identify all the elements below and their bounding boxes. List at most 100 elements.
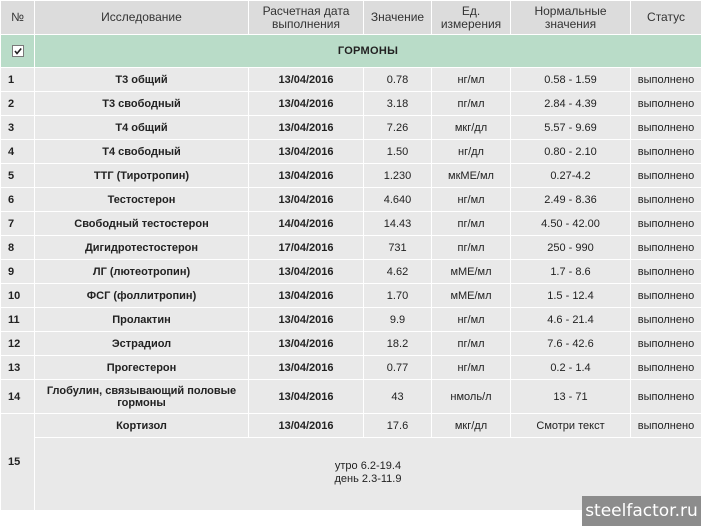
test-name: Т3 свободный (34, 91, 249, 116)
table-row: 13 Прогестерон 13/04/2016 0.77 нг/мл 0.2 - 1.… (0, 355, 701, 380)
table-row: 11 Пролактин 13/04/2016 9.9 нг/мл 4.6 - 21.4 в… (0, 307, 701, 332)
col-date-header: Расчетная дата выполнения (248, 0, 364, 35)
row-value: 4.640 (363, 187, 432, 212)
row-value: 0.78 (363, 67, 432, 92)
row-number: 9 (0, 259, 35, 284)
row-norm: 4.6 - 21.4 (510, 307, 631, 332)
row-norm: 5.57 - 9.69 (510, 115, 631, 140)
row-value: 3.18 (363, 91, 432, 116)
row-status: выполнено (630, 355, 701, 380)
test-name: Кортизол (34, 413, 249, 438)
row-number: 6 (0, 187, 35, 212)
table-row: 4 Т4 свободный 13/04/2016 1.50 нг/дл 0.80 - 2… (0, 139, 701, 164)
row-unit: мкМЕ/мл (431, 163, 511, 188)
test-name-line1: Глобулин, связывающий половые (46, 384, 237, 397)
row-unit: нг/мл (431, 307, 511, 332)
row-status: выполнено (630, 283, 701, 308)
test-name: Эстрадиол (34, 331, 249, 356)
row-norm: 0.27-4.2 (510, 163, 631, 188)
row-date: 13/04/2016 (248, 283, 364, 308)
row-number: 13 (0, 355, 35, 380)
col-date-header-line1: Расчетная дата (262, 3, 350, 18)
col-num-header: № (0, 0, 35, 35)
row-date: 13/04/2016 (248, 187, 364, 212)
section-row-hormones: ГОРМОНЫ (0, 34, 701, 68)
row-date: 13/04/2016 (248, 163, 364, 188)
col-value-header: Значение (363, 0, 432, 35)
test-name: Пролактин (34, 307, 249, 332)
section-title: ГОРМОНЫ (34, 34, 701, 68)
row-number: 1 (0, 67, 35, 92)
table-row: 8 Дигидротестостерон 17/04/2016 731 пг/мл 250… (0, 235, 701, 260)
table-row: 15 Кортизол 13/04/2016 17.6 мкг/дл Смотри тек… (0, 413, 701, 511)
row-status: выполнено (630, 91, 701, 116)
row-unit: мкг/дл (431, 115, 511, 140)
row-date: 13/04/2016 (248, 307, 364, 332)
row-norm: 0.58 - 1.59 (510, 67, 631, 92)
row-date: 13/04/2016 (248, 355, 364, 380)
row-date: 14/04/2016 (248, 211, 364, 236)
row-date: 13/04/2016 (248, 91, 364, 116)
row-norm: 7.6 - 42.6 (510, 331, 631, 356)
row-value: 7.26 (363, 115, 432, 140)
row-norm: 0.80 - 2.10 (510, 139, 631, 164)
row-number: 11 (0, 307, 35, 332)
test-name: Т4 свободный (34, 139, 249, 164)
row-norm: Смотри текст (510, 413, 631, 438)
row-date: 13/04/2016 (248, 139, 364, 164)
row-status: выполнено (630, 115, 701, 140)
row-value: 18.2 (363, 331, 432, 356)
row-status: выполнено (630, 67, 701, 92)
row-unit: пг/мл (431, 211, 511, 236)
row-number: 2 (0, 91, 35, 116)
watermark: steelfactor.ru (582, 496, 701, 526)
row-unit: мкг/дл (431, 413, 511, 438)
row-number: 5 (0, 163, 35, 188)
test-name: Т4 общий (34, 115, 249, 140)
row-note-line1: утро 6.2-19.4 (334, 460, 402, 472)
row-date: 13/04/2016 (248, 115, 364, 140)
row-note-line2: день 2.3-11.9 (334, 473, 402, 485)
col-study-header: Исследование (34, 0, 249, 35)
row-unit: пг/мл (431, 91, 511, 116)
table-row: 3 Т4 общий 13/04/2016 7.26 мкг/дл 5.57 - 9.69… (0, 115, 701, 140)
row-unit: нг/мл (431, 187, 511, 212)
row-unit: пг/мл (431, 331, 511, 356)
row-unit: нг/мл (431, 67, 511, 92)
row-norm: 1.5 - 12.4 (510, 283, 631, 308)
table-row: 7 Свободный тестостерон 14/04/2016 14.43 пг/… (0, 211, 701, 236)
test-name: ТТГ (Тиротропин) (34, 163, 249, 188)
row-value: 43 (363, 379, 432, 414)
table-row: 2 Т3 свободный 13/04/2016 3.18 пг/мл 2.84 - 4… (0, 91, 701, 116)
row-norm: 2.84 - 4.39 (510, 91, 631, 116)
col-status-header: Статус (630, 0, 701, 35)
row-status: выполнено (630, 163, 701, 188)
row-unit: мМЕ/мл (431, 283, 511, 308)
row-date: 17/04/2016 (248, 235, 364, 260)
test-name: Прогестерон (34, 355, 249, 380)
table-row: 10 ФСГ (фоллитропин) 13/04/2016 1.70 мМЕ/мл 1… (0, 283, 701, 308)
test-name: Тестостерон (34, 187, 249, 212)
col-norm-header: Нормальные значения (510, 0, 631, 35)
test-name: Т3 общий (34, 67, 249, 92)
row-status: выполнено (630, 139, 701, 164)
row-value: 9.9 (363, 307, 432, 332)
row-date: 13/04/2016 (248, 413, 364, 438)
header-row: № Исследование Расчетная дата выполнения … (0, 0, 701, 35)
row-unit: мМЕ/мл (431, 259, 511, 284)
row-value: 17.6 (363, 413, 432, 438)
results-rows: 1 Т3 общий 13/04/2016 0.78 нг/мл 0.58 - 1.59 в… (0, 67, 701, 511)
row-date: 13/04/2016 (248, 259, 364, 284)
col-unit-header-line1: Ед. (461, 3, 481, 18)
section-checkbox[interactable] (11, 45, 24, 58)
table-row: 9 ЛГ (лютеотропин) 13/04/2016 4.62 мМЕ/мл 1.7… (0, 259, 701, 284)
row-norm: 250 - 990 (510, 235, 631, 260)
row-status: выполнено (630, 211, 701, 236)
row-value: 14.43 (363, 211, 432, 236)
row-unit: нмоль/л (431, 379, 511, 414)
col-norm-header-line1: Нормальные (534, 3, 607, 18)
row-date: 13/04/2016 (248, 331, 364, 356)
results-table: № Исследование Расчетная дата выполнения … (0, 0, 701, 511)
row-norm: 2.49 - 8.36 (510, 187, 631, 212)
row-value: 4.62 (363, 259, 432, 284)
